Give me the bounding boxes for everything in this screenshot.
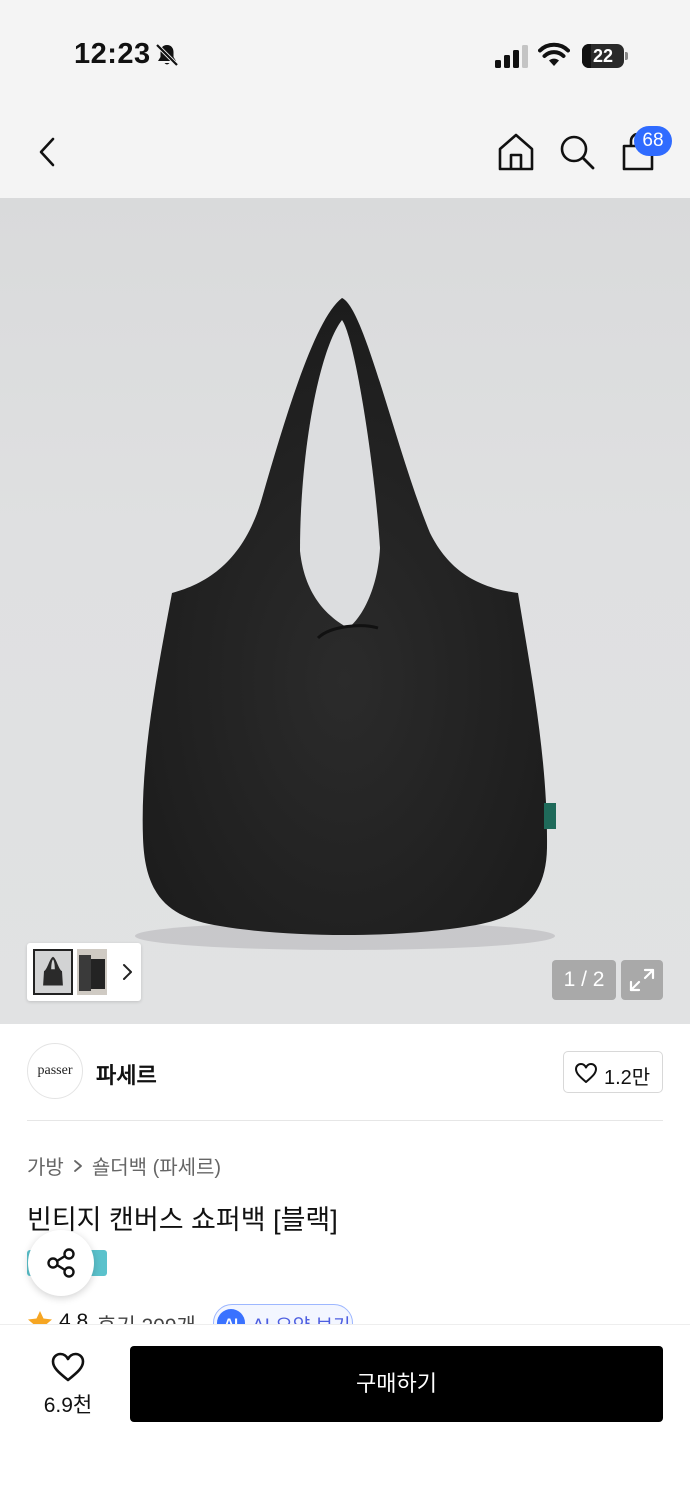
brand-like-count: 1.2만 (604, 1067, 651, 1089)
page-indicator: 1 / 2 (552, 960, 616, 1000)
back-icon[interactable] (26, 130, 70, 174)
breadcrumb-subcategory[interactable]: 숄더백 (파세르) (92, 1157, 221, 1179)
wishlist-button[interactable]: 6.9천 (30, 1347, 106, 1425)
rating-value: 4.8 (59, 1310, 89, 1324)
cart-count-badge: 68 (634, 126, 672, 156)
review-count-link[interactable]: 후기 209개 (97, 1310, 196, 1324)
bell-slash-icon (155, 43, 179, 67)
expand-icon[interactable] (621, 960, 663, 1000)
status-time: 12:23 (74, 38, 151, 70)
product-title: 빈티지 캔버스 쇼퍼백 [블랙] (27, 1205, 338, 1235)
brand-logo[interactable]: passer (27, 1043, 83, 1099)
battery-percent: 22 (592, 46, 614, 66)
thumbnail-strip[interactable] (27, 943, 141, 1001)
bottom-action-bar: 6.9천 구매하기 (0, 1324, 690, 1500)
divider (27, 1120, 663, 1121)
home-icon[interactable] (494, 130, 538, 174)
brand-name[interactable]: 파세르 (96, 1058, 157, 1090)
rating-row: 4.8 후기 209개 AI AI 요약 보기 (27, 1304, 687, 1324)
wishlist-count: 6.9천 (43, 1394, 93, 1417)
share-button[interactable] (28, 1230, 94, 1296)
share-icon (47, 1248, 75, 1278)
ai-summary-button[interactable]: AI AI 요약 보기 (213, 1304, 353, 1324)
product-image[interactable]: 1 / 2 (0, 198, 690, 1024)
chevron-right-icon (123, 964, 132, 980)
ai-summary-label: AI 요약 보기 (252, 1311, 350, 1324)
thumbnail-model[interactable] (77, 949, 107, 995)
wifi-icon (538, 42, 570, 66)
thumbnail-black-bag[interactable] (33, 949, 73, 995)
heart-icon (575, 1063, 597, 1083)
signal-icon (495, 45, 528, 68)
buy-button[interactable]: 구매하기 (130, 1346, 663, 1422)
ai-badge: AI (217, 1309, 245, 1324)
brand-row: passer 파세르 1.2만 (0, 1024, 690, 1120)
search-icon[interactable] (555, 130, 599, 174)
tote-bag-photo (135, 298, 556, 950)
nav-bar (0, 106, 690, 198)
breadcrumb: 가방 숄더백 (파세르) (27, 1151, 221, 1180)
status-bar: 12:23 22 (0, 0, 690, 106)
heart-icon (51, 1352, 85, 1382)
brand-like-button[interactable]: 1.2만 (563, 1051, 663, 1093)
breadcrumb-category[interactable]: 가방 (27, 1157, 64, 1179)
battery-icon: 22 (582, 44, 628, 68)
chevron-right-icon (73, 1159, 82, 1172)
star-icon (28, 1311, 52, 1324)
